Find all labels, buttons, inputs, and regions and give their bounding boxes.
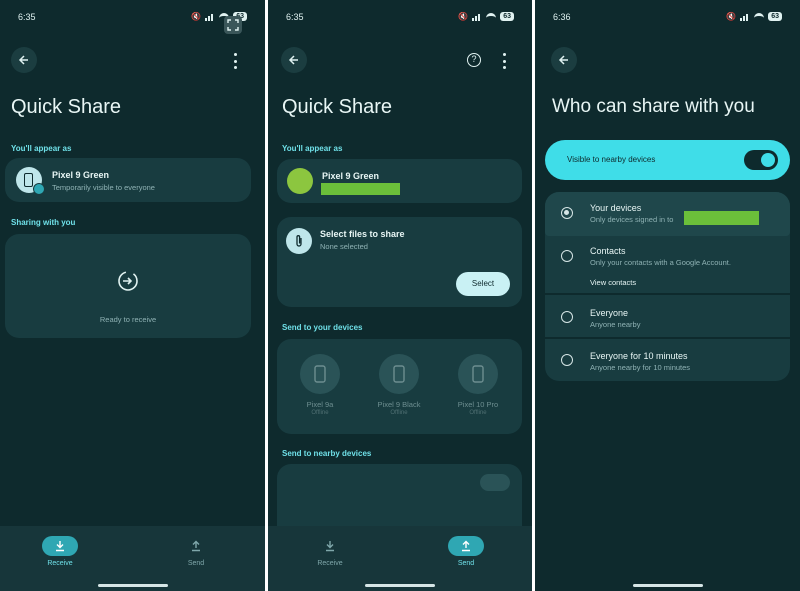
option-title: Everyone [590, 308, 629, 318]
home-indicator[interactable] [632, 584, 703, 587]
nav-send-label: Send [187, 560, 205, 567]
page-title: Quick Share [282, 96, 393, 118]
avatar [287, 168, 313, 194]
signal-icon [472, 13, 482, 21]
radio-unselected-icon[interactable] [561, 250, 573, 262]
device-card[interactable]: Pixel 9 Green [277, 159, 522, 203]
option-contacts[interactable]: Contacts Only your contacts with a Googl… [545, 238, 790, 290]
option-your-devices[interactable]: Your devices Only devices signed in to [545, 192, 790, 236]
redacted-account [321, 183, 400, 195]
signal-icon [740, 13, 750, 21]
screen-send: 6:35 🔇 63 ? Quick Share You'll appear as… [268, 0, 532, 591]
phone-avatar-icon [16, 167, 45, 195]
nearby-devices-label: Send to nearby devices [282, 449, 372, 458]
nav-receive[interactable]: Receive [35, 536, 85, 567]
receive-card: Ready to receive [5, 234, 251, 338]
option-subtitle: Anyone nearby for 10 minutes [590, 363, 691, 372]
select-files-status: None selected [320, 242, 368, 251]
wifi-icon [486, 12, 497, 21]
radio-unselected-icon[interactable] [561, 311, 573, 323]
ready-text: Ready to receive [99, 315, 157, 324]
nearby-toggle[interactable] [480, 474, 510, 491]
radio-selected-icon[interactable] [561, 207, 573, 219]
nav-receive-label: Receive [317, 560, 343, 567]
help-icon[interactable]: ? [467, 53, 481, 67]
option-subtitle: Anyone nearby [590, 320, 641, 329]
option-everyone-10-min[interactable]: Everyone for 10 minutes Anyone nearby fo… [545, 339, 790, 381]
bottom-nav: Receive Send [0, 526, 265, 591]
receive-icon [116, 269, 140, 293]
status-time: 6:35 [18, 12, 36, 22]
bottom-nav: Receive Send [268, 526, 532, 591]
more-options-icon[interactable] [232, 53, 238, 69]
your-devices-card: Pixel 9a Offline Pixel 9 Black Offline P… [277, 339, 522, 434]
nav-send[interactable]: Send [441, 536, 491, 567]
back-button[interactable] [11, 47, 37, 73]
device-pixel-10-pro[interactable] [458, 354, 498, 394]
device-card[interactable]: Pixel 9 Green Temporarily visible to eve… [5, 158, 251, 202]
nav-receive[interactable]: Receive [305, 536, 355, 567]
status-bar: 6:36 🔇 63 [553, 12, 782, 26]
device-name: Pixel 9 Green [52, 170, 110, 180]
visibility-toggle-switch[interactable] [744, 150, 778, 170]
status-time: 6:36 [553, 12, 571, 22]
device-label: Pixel 10 Pro [457, 400, 499, 409]
device-label: Pixel 9a [306, 400, 334, 409]
mute-icon: 🔇 [458, 12, 469, 21]
option-title: Your devices [590, 203, 642, 213]
select-button[interactable]: Select [456, 272, 510, 296]
your-devices-label: Send to your devices [282, 323, 363, 332]
device-status: Offline [311, 410, 329, 416]
page-title: Who can share with you [552, 96, 755, 117]
signal-icon [205, 13, 215, 21]
option-subtitle: Only your contacts with a Google Account… [590, 258, 731, 267]
visibility-status: Temporarily visible to everyone [52, 183, 155, 192]
status-time: 6:35 [286, 12, 304, 22]
device-pixel-9a[interactable] [300, 354, 340, 394]
screen-receive: 6:35 🔇 63 Quick Share You'll appear as P… [0, 0, 265, 591]
view-contacts-link[interactable]: View contacts [590, 278, 636, 287]
more-options-icon[interactable] [501, 53, 507, 69]
option-title: Everyone for 10 minutes [590, 351, 688, 361]
options-card: Your devices Only devices signed in to C… [545, 192, 790, 381]
option-everyone[interactable]: Everyone Anyone nearby [545, 295, 790, 337]
battery-icon: 63 [500, 12, 514, 21]
option-subtitle: Only devices signed in to [590, 215, 674, 224]
option-title: Contacts [590, 246, 626, 256]
nav-receive-label: Receive [47, 560, 73, 567]
appear-as-label: You'll appear as [11, 144, 72, 153]
home-indicator[interactable] [97, 584, 168, 587]
device-status: Offline [390, 410, 408, 416]
select-files-title: Select files to share [320, 229, 405, 239]
page-title: Quick Share [11, 96, 122, 118]
wifi-icon [754, 12, 765, 21]
back-button[interactable] [281, 47, 307, 73]
nav-send[interactable]: Send [171, 536, 221, 567]
nav-send-label: Send [457, 560, 475, 567]
back-button[interactable] [551, 47, 577, 73]
device-name: Pixel 9 Green [322, 171, 380, 181]
device-status: Offline [469, 410, 487, 416]
radio-unselected-icon[interactable] [561, 354, 573, 366]
status-bar: 6:35 🔇 63 [18, 12, 247, 26]
appear-as-label: You'll appear as [282, 144, 343, 153]
visibility-toggle-row[interactable]: Visible to nearby devices [545, 140, 790, 180]
device-label: Pixel 9 Black [377, 400, 421, 409]
mute-icon: 🔇 [726, 12, 737, 21]
sharing-with-you-label: Sharing with you [11, 218, 76, 227]
home-indicator[interactable] [365, 584, 435, 587]
device-pixel-9-black[interactable] [379, 354, 419, 394]
attachment-icon [286, 228, 312, 254]
mute-icon: 🔇 [191, 12, 202, 21]
status-bar: 6:35 🔇 63 [286, 12, 514, 26]
fullscreen-icon[interactable] [224, 16, 242, 34]
screen-visibility: 6:36 🔇 63 Who can share with you Visible… [535, 0, 800, 591]
select-files-card[interactable]: Select files to share None selected Sele… [277, 217, 522, 307]
redacted-account [684, 211, 759, 225]
visibility-toggle-label: Visible to nearby devices [567, 155, 656, 164]
battery-icon: 63 [768, 12, 782, 21]
